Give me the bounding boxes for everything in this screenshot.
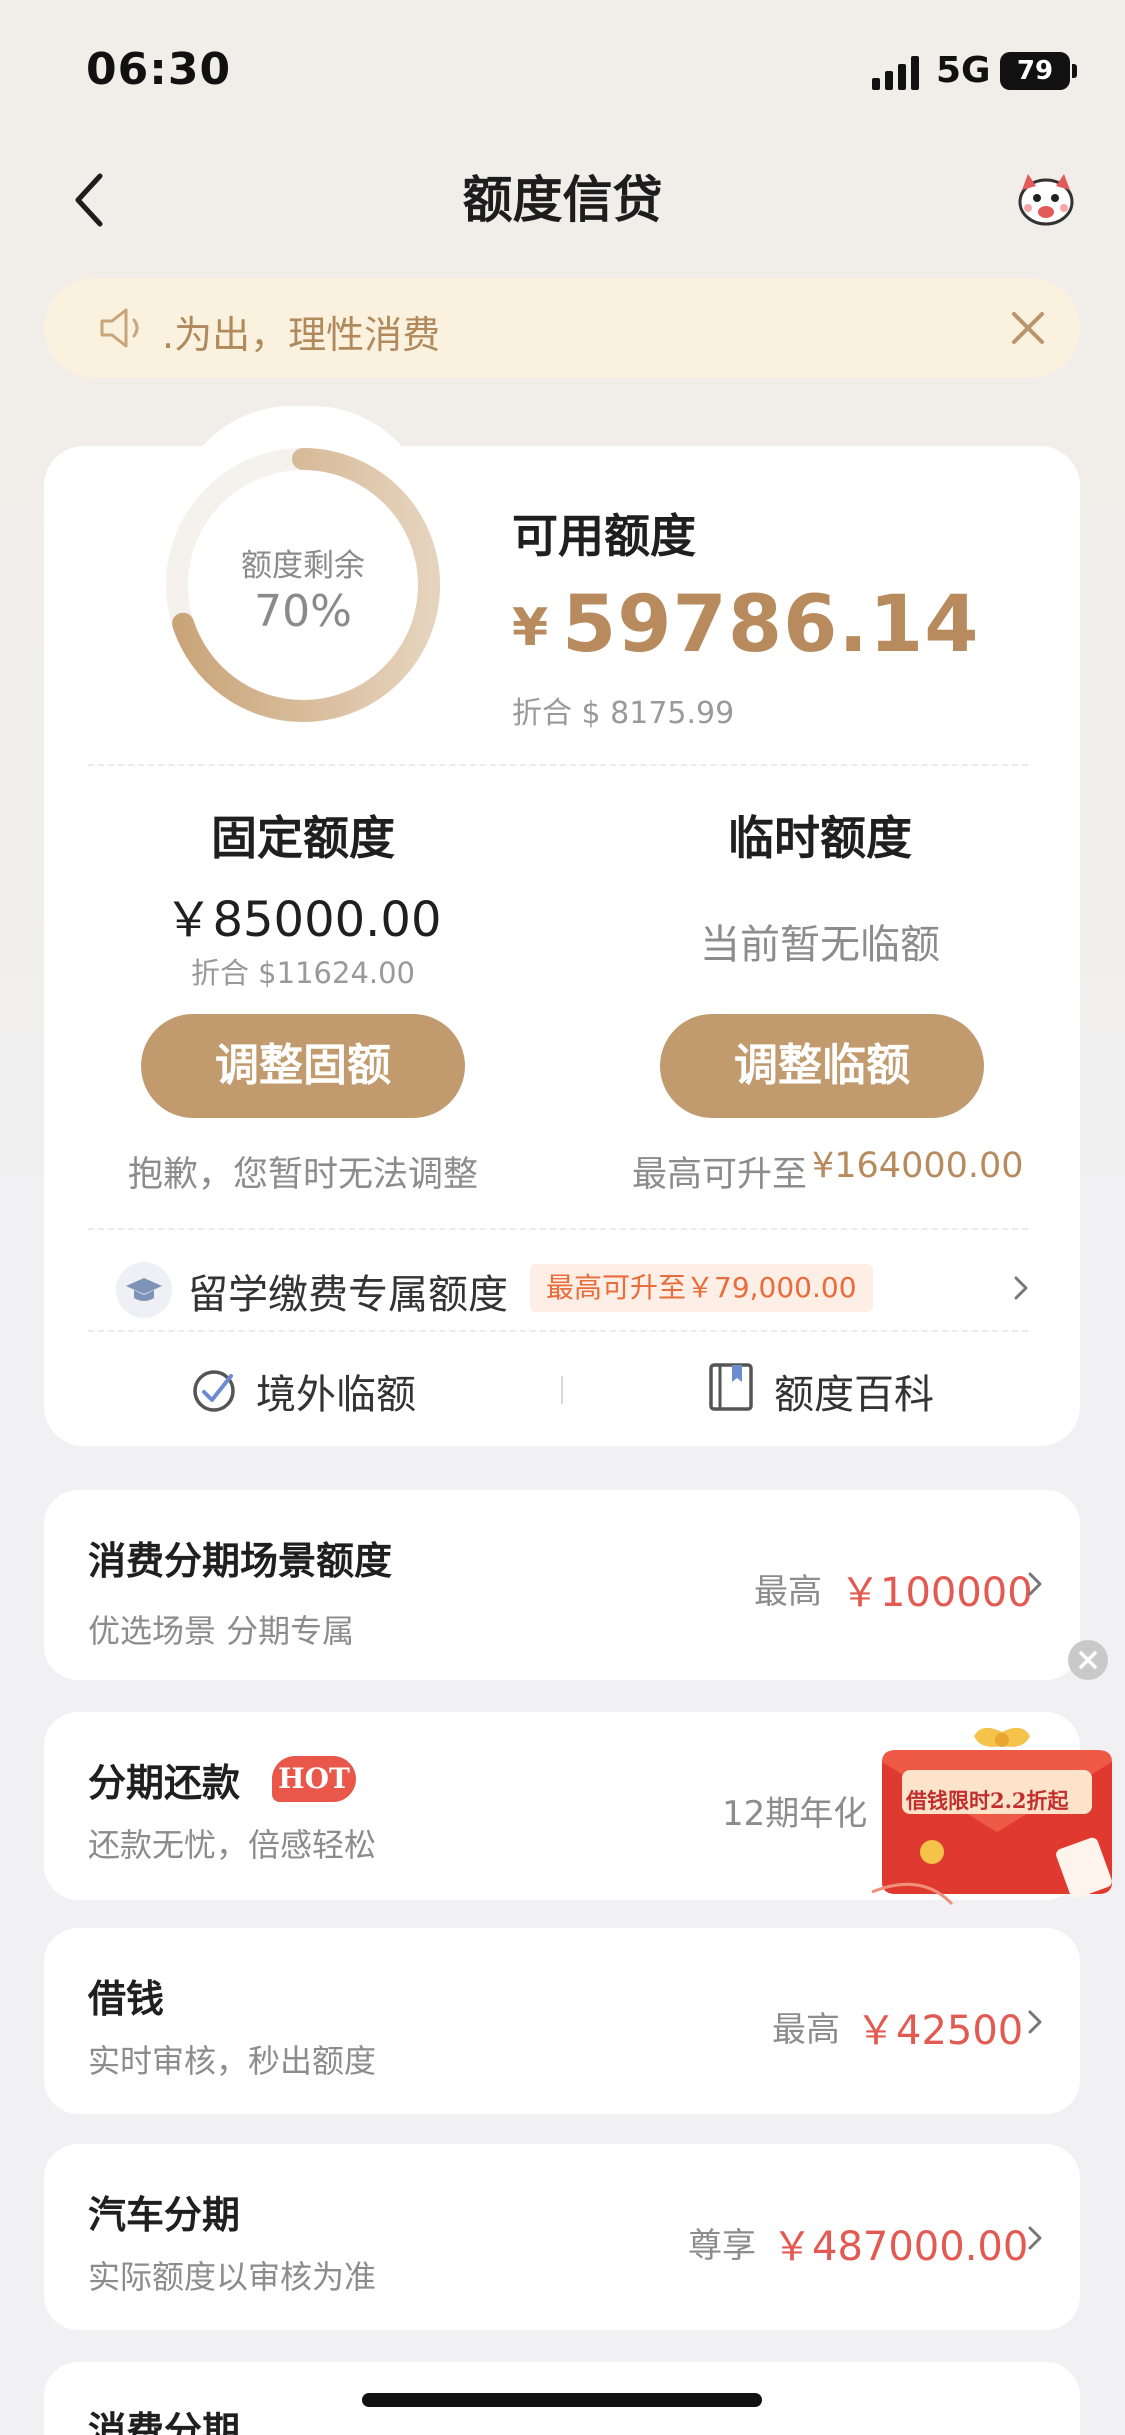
battery-icon: 79: [1000, 52, 1070, 90]
product-subtitle: 还款无忧，倍感轻松: [88, 1826, 377, 1864]
divider: [88, 1330, 1028, 1332]
study-limit-label: 留学缴费专属额度: [188, 1272, 508, 1318]
available-converted: 折合 $ 8175.99: [512, 696, 735, 731]
temp-max-value: ¥164000.00: [812, 1146, 1024, 1186]
adjust-temp-button[interactable]: 调整临额: [660, 1014, 984, 1118]
fixed-limit-title: 固定额度: [211, 811, 395, 865]
hot-badge: HOT: [272, 1756, 356, 1802]
divider: [88, 1228, 1028, 1230]
limit-wiki-label: 额度百科: [774, 1372, 934, 1418]
close-icon[interactable]: [1008, 308, 1048, 348]
remaining-label: 额度剩余: [241, 548, 365, 584]
product-title: 借钱: [88, 1977, 165, 2021]
product-subtitle: 优选场景 分期专属: [88, 1612, 355, 1650]
product-title: 汽车分期: [88, 2193, 241, 2237]
fixed-limit-converted: 折合 $11624.00: [190, 956, 416, 990]
product-title: 消费分期场景额度: [88, 1539, 393, 1583]
product-value-prefix: 最高: [772, 2010, 840, 2050]
mascot-icon[interactable]: [1014, 168, 1078, 228]
promo-text: 借钱限时2.2折起: [906, 1788, 1069, 1813]
available-title: 可用额度: [512, 509, 696, 563]
promo-envelope-icon[interactable]: [862, 1722, 1124, 1910]
available-currency: ¥: [512, 598, 549, 658]
temp-limit-title: 临时额度: [728, 811, 912, 865]
signal-icon: [872, 56, 919, 90]
remaining-ring: [166, 448, 440, 722]
adjust-fixed-button[interactable]: 调整固额: [141, 1014, 465, 1118]
product-subtitle: 实际额度以审核为准: [88, 2258, 377, 2296]
available-amount: 59786.14: [562, 580, 980, 670]
temp-max-label: 最高可升至: [632, 1155, 808, 1195]
product-value-prefix: 最高: [754, 1572, 822, 1612]
fixed-limit-amount: ￥85000.00: [164, 892, 442, 948]
remaining-percent: 70%: [254, 586, 352, 637]
home-indicator: [362, 2393, 762, 2407]
overseas-limit-icon: [193, 1370, 235, 1412]
product-title: 消费分期: [88, 2409, 241, 2435]
chevron-right-icon: [1028, 2010, 1042, 2034]
divider: [88, 764, 1028, 766]
study-limit-badge: 最高可升至￥79,000.00: [530, 1264, 873, 1312]
link-separator: [561, 1376, 563, 1404]
product-value-prefix: 尊享: [688, 2226, 756, 2266]
product-value: ￥487000.00: [772, 2224, 1029, 2270]
network-type: 5G: [936, 50, 991, 91]
temp-limit-status: 当前暂无临额: [700, 922, 940, 968]
chevron-right-icon: [1028, 1572, 1042, 1596]
chevron-right-icon: [1014, 1276, 1028, 1300]
page-title: 额度信贷: [462, 171, 663, 229]
product-value: ￥42500: [856, 2008, 1024, 2054]
notice-text: .为出，理性消费: [162, 313, 441, 357]
graduation-cap-icon: [116, 1262, 172, 1318]
speaker-icon: [100, 308, 139, 348]
chevron-right-icon: [1028, 2226, 1042, 2250]
product-title: 分期还款: [88, 1761, 241, 1805]
battery-tip: [1072, 64, 1077, 78]
overseas-temp-label: 境外临额: [256, 1372, 416, 1418]
status-time: 06:30: [86, 44, 232, 95]
book-icon: [709, 1363, 753, 1411]
promo-close-icon[interactable]: [1068, 1640, 1108, 1680]
product-subtitle: 实时审核，秒出额度: [88, 2042, 377, 2080]
product-value-prefix: 12期年化: [722, 1794, 868, 1834]
product-value: ￥100000: [840, 1570, 1033, 1616]
fixed-adjust-note: 抱歉，您暂时无法调整: [127, 1155, 478, 1195]
